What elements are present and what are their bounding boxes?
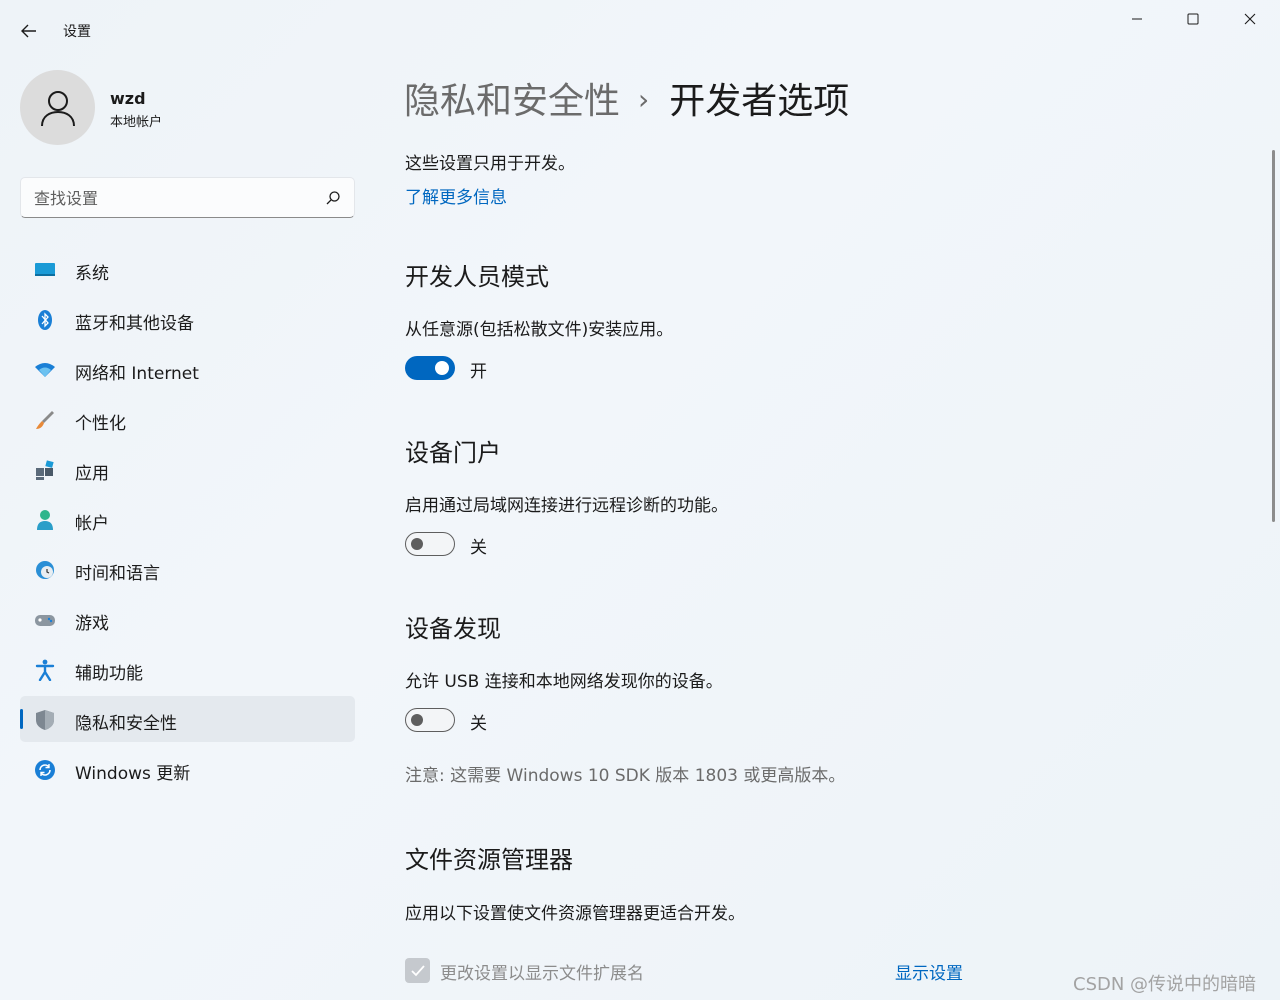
developer-mode-description: 从任意源(包括松散文件)安装应用。	[405, 320, 674, 340]
shield-icon	[34, 709, 56, 731]
sidebar-item-accounts[interactable]: 帐户	[20, 496, 355, 542]
device-portal-toggle[interactable]	[405, 532, 455, 556]
checkmark-icon	[410, 964, 425, 976]
system-icon	[34, 259, 56, 281]
sidebar-item-label: 系统	[75, 264, 109, 284]
accessibility-icon	[34, 659, 56, 681]
sidebar-item-label: 蓝牙和其他设备	[75, 314, 194, 334]
maximize-button[interactable]	[1170, 4, 1216, 34]
sidebar-item-label: 个性化	[75, 414, 126, 434]
watermark: CSDN @传说中的暗暗	[1073, 974, 1257, 995]
device-discovery-state: 关	[470, 714, 487, 734]
sidebar-item-windows-update[interactable]: Windows 更新	[20, 746, 355, 792]
app-title: 设置	[63, 24, 91, 40]
time-language-icon	[34, 559, 56, 581]
bluetooth-icon	[34, 309, 56, 331]
close-icon	[1244, 13, 1256, 25]
sidebar-item-label: 帐户	[75, 514, 109, 534]
intro-text: 这些设置只用于开发。	[405, 154, 575, 174]
sidebar-item-accessibility[interactable]: 辅助功能	[20, 646, 355, 692]
show-extensions-label: 更改设置以显示文件扩展名	[440, 964, 644, 984]
maximize-icon	[1187, 13, 1199, 25]
account-icon	[34, 509, 56, 531]
search-box[interactable]	[20, 177, 355, 218]
sidebar-item-bluetooth[interactable]: 蓝牙和其他设备	[20, 296, 355, 342]
device-discovery-heading: 设备发现	[405, 615, 501, 643]
developer-mode-toggle[interactable]	[405, 356, 455, 380]
device-discovery-description: 允许 USB 连接和本地网络发现你的设备。	[405, 672, 723, 692]
sidebar-item-label: 辅助功能	[75, 664, 143, 684]
close-button[interactable]	[1227, 4, 1273, 34]
sidebar-item-privacy-security[interactable]: 隐私和安全性	[20, 696, 355, 742]
back-arrow-icon	[21, 24, 36, 38]
update-icon	[34, 759, 56, 781]
brush-icon	[34, 409, 56, 431]
apps-icon	[34, 459, 56, 481]
show-settings-link[interactable]: 显示设置	[895, 959, 963, 984]
gamepad-icon	[34, 609, 56, 631]
sidebar-item-label: Windows 更新	[75, 764, 191, 784]
file-explorer-description: 应用以下设置使文件资源管理器更适合开发。	[405, 904, 745, 924]
breadcrumb-parent[interactable]: 隐私和安全性	[404, 81, 620, 122]
toggle-knob	[435, 361, 449, 375]
sidebar-item-label: 网络和 Internet	[75, 364, 199, 384]
toggle-knob	[411, 714, 423, 726]
sidebar-item-gaming[interactable]: 游戏	[20, 596, 355, 642]
sidebar-item-label: 时间和语言	[75, 564, 160, 584]
file-explorer-heading: 文件资源管理器	[405, 846, 573, 874]
device-discovery-toggle[interactable]	[405, 708, 455, 732]
learn-more-link[interactable]: 了解更多信息	[405, 183, 507, 208]
minimize-icon	[1132, 18, 1142, 20]
developer-mode-heading: 开发人员模式	[405, 263, 549, 291]
toggle-knob	[411, 538, 423, 550]
back-button[interactable]	[14, 18, 44, 44]
show-extensions-checkbox[interactable]	[405, 958, 430, 983]
sidebar-item-network[interactable]: 网络和 Internet	[20, 346, 355, 392]
sidebar-item-label: 隐私和安全性	[75, 714, 177, 734]
sidebar-item-label: 应用	[75, 464, 109, 484]
user-icon	[40, 90, 75, 126]
wifi-icon	[34, 359, 56, 381]
sidebar-item-system[interactable]: 系统	[20, 246, 355, 292]
avatar[interactable]	[20, 70, 95, 145]
device-portal-description: 启用通过局域网连接进行远程诊断的功能。	[405, 496, 728, 516]
sidebar-item-label: 游戏	[75, 614, 109, 634]
scrollbar[interactable]	[1272, 150, 1275, 522]
developer-mode-state: 开	[470, 362, 487, 382]
sidebar-item-apps[interactable]: 应用	[20, 446, 355, 492]
breadcrumb-separator-icon: ›	[638, 83, 650, 116]
device-portal-heading: 设备门户	[405, 439, 501, 467]
sidebar-item-personalization[interactable]: 个性化	[20, 396, 355, 442]
device-discovery-note: 注意: 这需要 Windows 10 SDK 版本 1803 或更高版本。	[405, 766, 846, 786]
account-type: 本地帐户	[110, 115, 163, 130]
sidebar-item-time-language[interactable]: 时间和语言	[20, 546, 355, 592]
title-bar: 设置	[0, 0, 1280, 60]
search-input[interactable]	[34, 186, 314, 210]
sidebar-nav: 系统 蓝牙和其他设备 网络和 Internet 个性化 应用 帐户 时间和语言 …	[20, 246, 355, 796]
breadcrumb: 隐私和安全性 › 开发者选项	[404, 72, 849, 124]
user-name: wzd	[110, 89, 146, 108]
device-portal-state: 关	[470, 538, 487, 558]
search-icon[interactable]	[324, 189, 342, 207]
minimize-button[interactable]	[1114, 4, 1160, 34]
page-title: 开发者选项	[669, 81, 850, 122]
